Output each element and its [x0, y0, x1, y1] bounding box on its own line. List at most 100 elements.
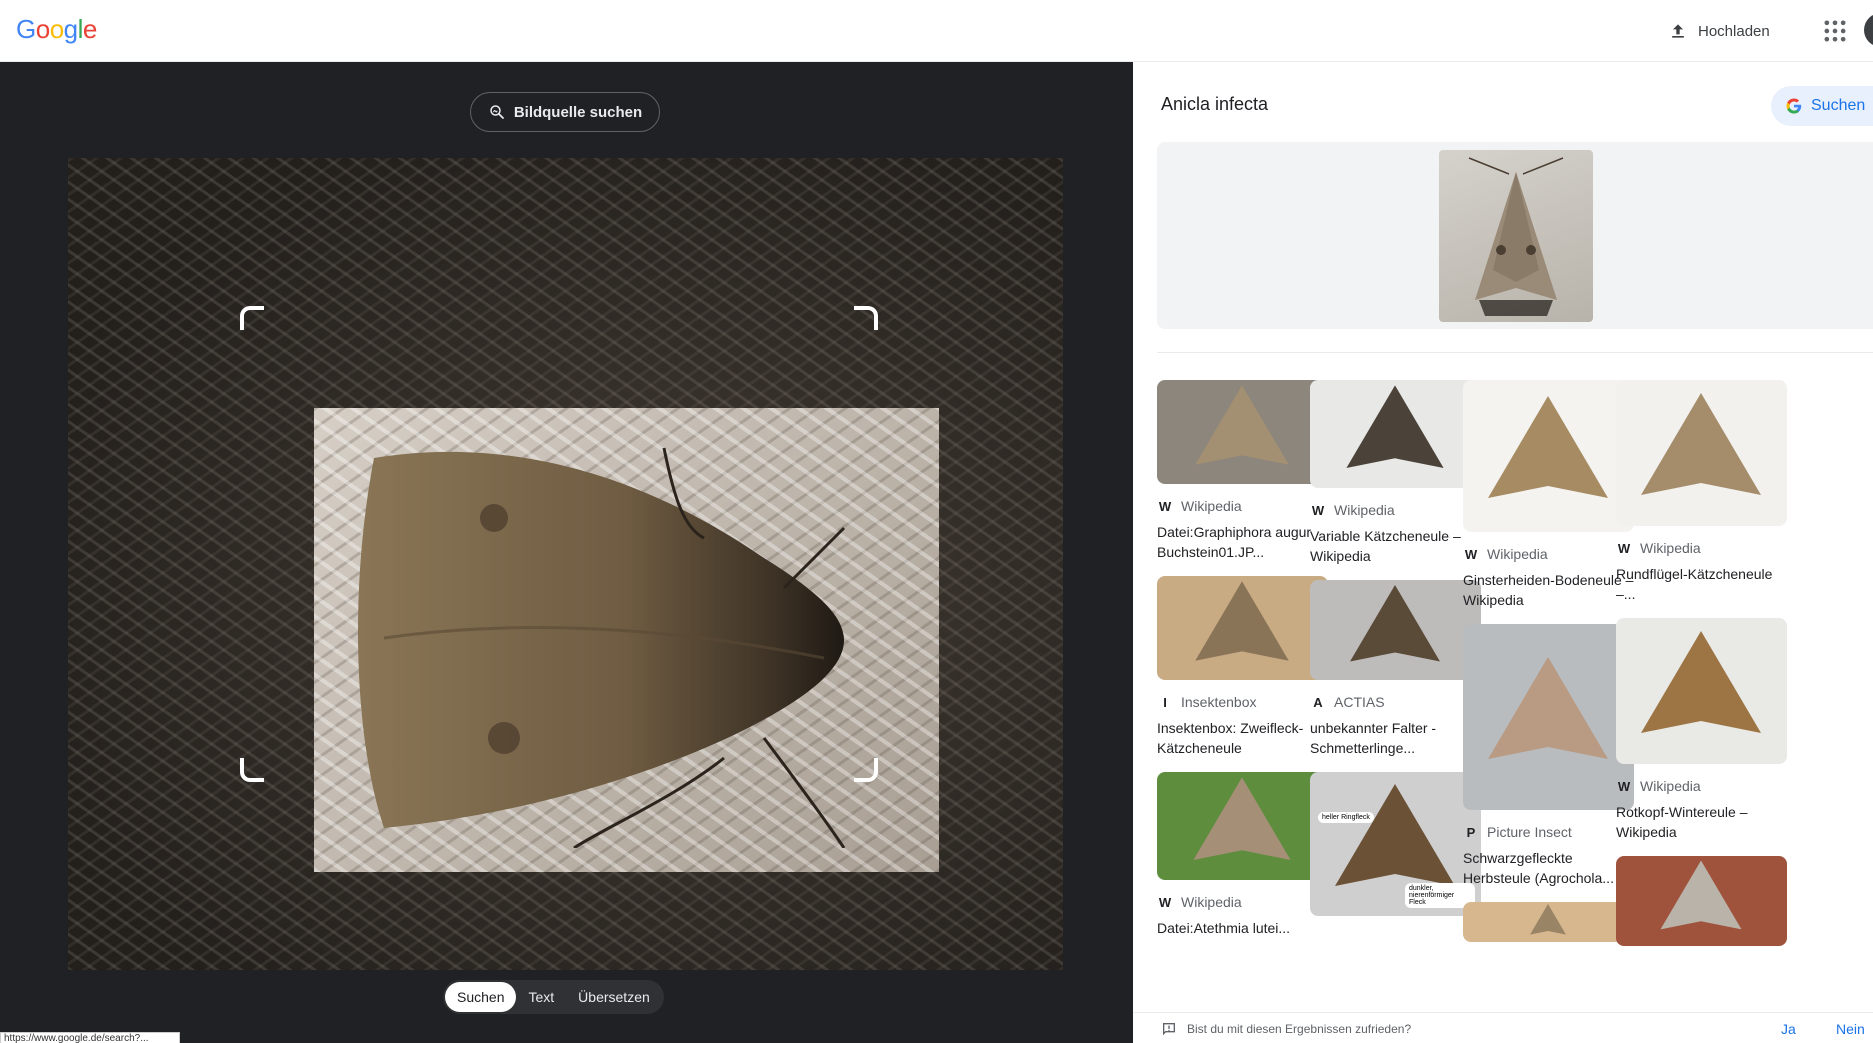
- result-source-name: Wikipedia: [1181, 894, 1242, 910]
- result-source[interactable]: W Wikipedia: [1157, 496, 1328, 516]
- result-thumbnail[interactable]: [1616, 856, 1787, 946]
- source-favicon-icon: W: [1464, 546, 1478, 562]
- result-card[interactable]: [1463, 902, 1634, 942]
- avatar[interactable]: [1864, 13, 1873, 47]
- crop-selection-area[interactable]: [314, 408, 939, 872]
- result-source[interactable]: W Wikipedia: [1310, 500, 1481, 520]
- result-thumbnail[interactable]: [1157, 772, 1328, 880]
- moth-thumbnail-image: [1488, 396, 1608, 498]
- result-thumbnail[interactable]: [1463, 380, 1634, 532]
- result-column: W Wikipedia Rundflügel-Kätzcheneule –... W W…: [1616, 380, 1787, 960]
- result-thumbnail[interactable]: [1310, 380, 1481, 488]
- upload-button[interactable]: Hochladen: [1668, 16, 1770, 46]
- logo-letter: g: [63, 14, 78, 44]
- result-thumbnail[interactable]: [1157, 576, 1328, 680]
- moth-thumbnail-image: [1350, 585, 1440, 662]
- result-source-name: Wikipedia: [1487, 546, 1548, 562]
- result-title-link[interactable]: unbekannter Falter - Schmetterlinge...: [1310, 718, 1481, 758]
- result-source[interactable]: W Wikipedia: [1463, 544, 1634, 564]
- moth-thumbnail-image: [1641, 631, 1761, 733]
- crop-handle-top-left[interactable]: [240, 306, 264, 330]
- result-title-link[interactable]: Rotkopf-Wintereule – Wikipedia: [1616, 802, 1787, 842]
- result-column: W Wikipedia Datei:Graphiphora augur Buchst…: [1157, 380, 1328, 972]
- feedback-question: Bist du mit diesen Ergebnissen zufrieden…: [1187, 1022, 1412, 1036]
- result-card[interactable]: A ACTIAS unbekannter Falter - Schmetterlin…: [1310, 580, 1481, 758]
- moth-thumbnail-image: [1193, 777, 1291, 861]
- crop-handle-bottom-right[interactable]: [854, 758, 878, 782]
- crop-handle-bottom-left[interactable]: [240, 758, 264, 782]
- result-source[interactable]: P Picture Insect: [1463, 822, 1634, 842]
- results-panel: Anicla infecta Suchen W Wikipedia Datei:Gr…: [1133, 62, 1873, 1043]
- moth-thumbnail-image: [1530, 904, 1566, 935]
- image-search-icon: [490, 105, 504, 119]
- result-card[interactable]: W Wikipedia Ginsterheiden-Bodeneule – Wiki…: [1463, 380, 1634, 610]
- result-column: W Wikipedia Ginsterheiden-Bodeneule – Wiki…: [1463, 380, 1634, 956]
- result-card[interactable]: W Wikipedia Datei:Atethmia lutei...: [1157, 772, 1328, 958]
- result-title: Anicla infecta: [1161, 94, 1269, 114]
- result-title-link[interactable]: Datei:Graphiphora augur Buchstein01.JP..…: [1157, 522, 1328, 562]
- result-thumbnail[interactable]: [1157, 380, 1328, 484]
- top-bar: Google Hochladen: [0, 0, 1873, 62]
- result-source[interactable]: W Wikipedia: [1616, 538, 1787, 558]
- result-title-link[interactable]: Variable Kätzcheneule – Wikipedia: [1310, 526, 1481, 566]
- result-card[interactable]: [1616, 856, 1787, 946]
- uploaded-photo: [68, 158, 1063, 970]
- result-thumbnail[interactable]: [1616, 618, 1787, 764]
- moth-thumbnail-image: [1641, 393, 1761, 495]
- result-thumbnail[interactable]: [1616, 380, 1787, 526]
- divider: [1157, 352, 1873, 353]
- result-title-link[interactable]: Schwarzgefleckte Herbsteule (Agrochola..…: [1463, 848, 1634, 888]
- result-title-link[interactable]: Ginsterheiden-Bodeneule – Wikipedia: [1463, 570, 1634, 610]
- result-thumbnail[interactable]: [1463, 624, 1634, 810]
- feedback-no-button[interactable]: Nein: [1836, 1021, 1865, 1037]
- result-card[interactable]: I Insektenbox Insektenbox: Zweifleck-Kätzc…: [1157, 576, 1328, 758]
- best-match-moth: [1468, 157, 1564, 316]
- result-card[interactable]: W Wikipedia Variable Kätzcheneule – Wikipe…: [1310, 380, 1481, 566]
- result-card[interactable]: W Wikipedia Rundflügel-Kätzcheneule –...: [1616, 380, 1787, 604]
- mode-translate[interactable]: Übersetzen: [566, 982, 662, 1012]
- result-source-name: Insektenbox: [1181, 694, 1257, 710]
- moth-image: [357, 447, 846, 848]
- apps-grid-icon[interactable]: [1821, 17, 1849, 45]
- result-card[interactable]: W Wikipedia Datei:Graphiphora augur Buchst…: [1157, 380, 1328, 562]
- status-url: https://www.google.de/search?...: [0, 1032, 180, 1043]
- source-favicon-icon: W: [1617, 540, 1631, 556]
- logo-letter: G: [16, 14, 36, 44]
- result-title-link[interactable]: Rundflügel-Kätzcheneule –...: [1616, 564, 1787, 604]
- result-card[interactable]: P Picture Insect Schwarzgefleckte Herbsteu…: [1463, 624, 1634, 888]
- source-favicon-icon: W: [1617, 778, 1631, 794]
- result-thumbnail[interactable]: [1310, 580, 1481, 680]
- result-title-link[interactable]: Datei:Atethmia lutei...: [1157, 918, 1328, 958]
- find-image-source-button[interactable]: Bildquelle suchen: [470, 92, 660, 132]
- logo-letter: e: [82, 14, 97, 44]
- upload-label: Hochladen: [1698, 22, 1770, 40]
- result-source-name: Wikipedia: [1334, 502, 1395, 518]
- result-thumbnail[interactable]: [1463, 902, 1634, 942]
- result-source-name: Wikipedia: [1640, 540, 1701, 556]
- crop-handle-top-right[interactable]: [854, 306, 878, 330]
- result-source[interactable]: A ACTIAS: [1310, 692, 1481, 712]
- result-column: W Wikipedia Variable Kätzcheneule – Wikipe…: [1310, 380, 1481, 930]
- mode-text[interactable]: Text: [516, 982, 566, 1012]
- result-source-name: Wikipedia: [1640, 778, 1701, 794]
- result-thumbnail[interactable]: heller Ringfleck dunkler, nierenförmiger …: [1310, 772, 1481, 916]
- google-search-button[interactable]: Suchen: [1771, 86, 1873, 126]
- result-card[interactable]: W Wikipedia Rotkopf-Wintereule – Wikipedia: [1616, 618, 1787, 842]
- mode-switcher: Suchen Text Übersetzen: [443, 980, 664, 1014]
- result-source[interactable]: W Wikipedia: [1157, 892, 1328, 912]
- source-favicon-icon: W: [1311, 502, 1325, 518]
- source-favicon-icon: I: [1163, 694, 1167, 710]
- result-source[interactable]: W Wikipedia: [1616, 776, 1787, 796]
- mode-search[interactable]: Suchen: [445, 982, 517, 1012]
- best-match-image[interactable]: [1439, 150, 1593, 322]
- result-title-link[interactable]: Insektenbox: Zweifleck-Kätzcheneule: [1157, 718, 1328, 758]
- logo-letter: o: [49, 14, 64, 44]
- result-source[interactable]: I Insektenbox: [1157, 692, 1328, 712]
- logo-letter: o: [35, 14, 50, 44]
- result-card[interactable]: heller Ringfleck dunkler, nierenförmiger …: [1310, 772, 1481, 916]
- google-search-label: Suchen: [1811, 97, 1866, 114]
- feedback-bar: Bist du mit diesen Ergebnissen zufrieden…: [1133, 1012, 1873, 1043]
- callout-label: heller Ringfleck: [1318, 812, 1374, 823]
- feedback-yes-button[interactable]: Ja: [1781, 1021, 1796, 1037]
- google-logo[interactable]: Google: [16, 14, 97, 45]
